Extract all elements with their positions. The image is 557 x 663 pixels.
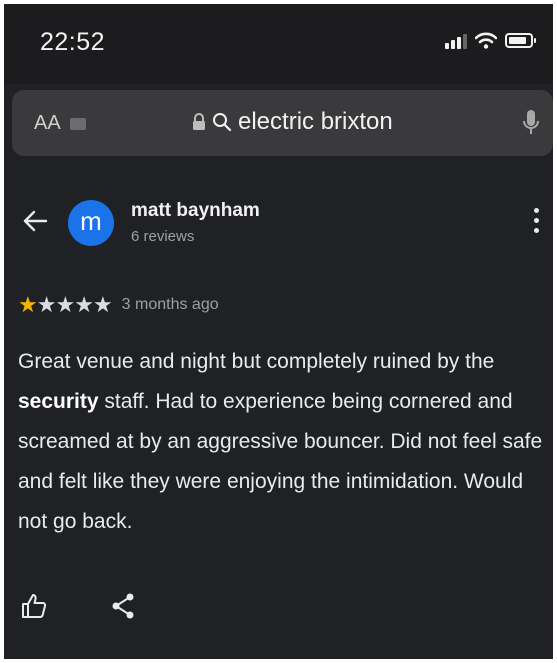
- text-size-label: AA: [34, 112, 61, 134]
- author-name[interactable]: matt baynham: [131, 200, 260, 222]
- wifi-icon: [475, 32, 497, 49]
- star-rating: ★★★★★: [18, 292, 113, 318]
- review-time-ago: 3 months ago: [121, 296, 219, 313]
- status-time: 22:52: [40, 28, 106, 56]
- thumbs-up-icon[interactable]: [20, 592, 48, 620]
- lock-icon: [193, 113, 205, 130]
- battery-icon: [505, 33, 536, 48]
- extension-icon[interactable]: [70, 118, 86, 130]
- star-filled-icon: ★: [18, 292, 38, 317]
- review-rating: ★★★★★ 3 months ago: [18, 292, 219, 318]
- share-icon[interactable]: [110, 592, 136, 620]
- url-display[interactable]: electric brixton: [192, 108, 393, 136]
- star-empty-icon: ★: [92, 292, 113, 317]
- review-text-start: Great venue and night but completely rui…: [18, 350, 495, 373]
- url-text: electric brixton: [238, 108, 393, 135]
- text-size-button[interactable]: AA: [34, 112, 61, 135]
- star-empty-icon: ★: [36, 292, 57, 317]
- star-empty-icon: ★: [55, 292, 75, 317]
- status-bar: 22:52: [4, 4, 553, 84]
- cellular-signal-icon: [445, 33, 467, 49]
- back-arrow-icon[interactable]: [22, 208, 48, 234]
- more-options-icon[interactable]: [534, 208, 539, 233]
- avatar[interactable]: m: [68, 200, 114, 246]
- browser-address-bar[interactable]: AA electric brixton: [12, 90, 553, 156]
- review-text-highlight: security: [18, 390, 99, 413]
- author-review-count: 6 reviews: [131, 228, 195, 245]
- search-icon: [213, 113, 232, 132]
- status-icons: [445, 32, 536, 49]
- phone-screen: 22:52 AA electric brixton m matt baynham…: [4, 4, 553, 659]
- star-empty-icon: ★: [74, 292, 94, 317]
- review-text: Great venue and night but completely rui…: [18, 342, 550, 542]
- microphone-icon[interactable]: [521, 108, 541, 138]
